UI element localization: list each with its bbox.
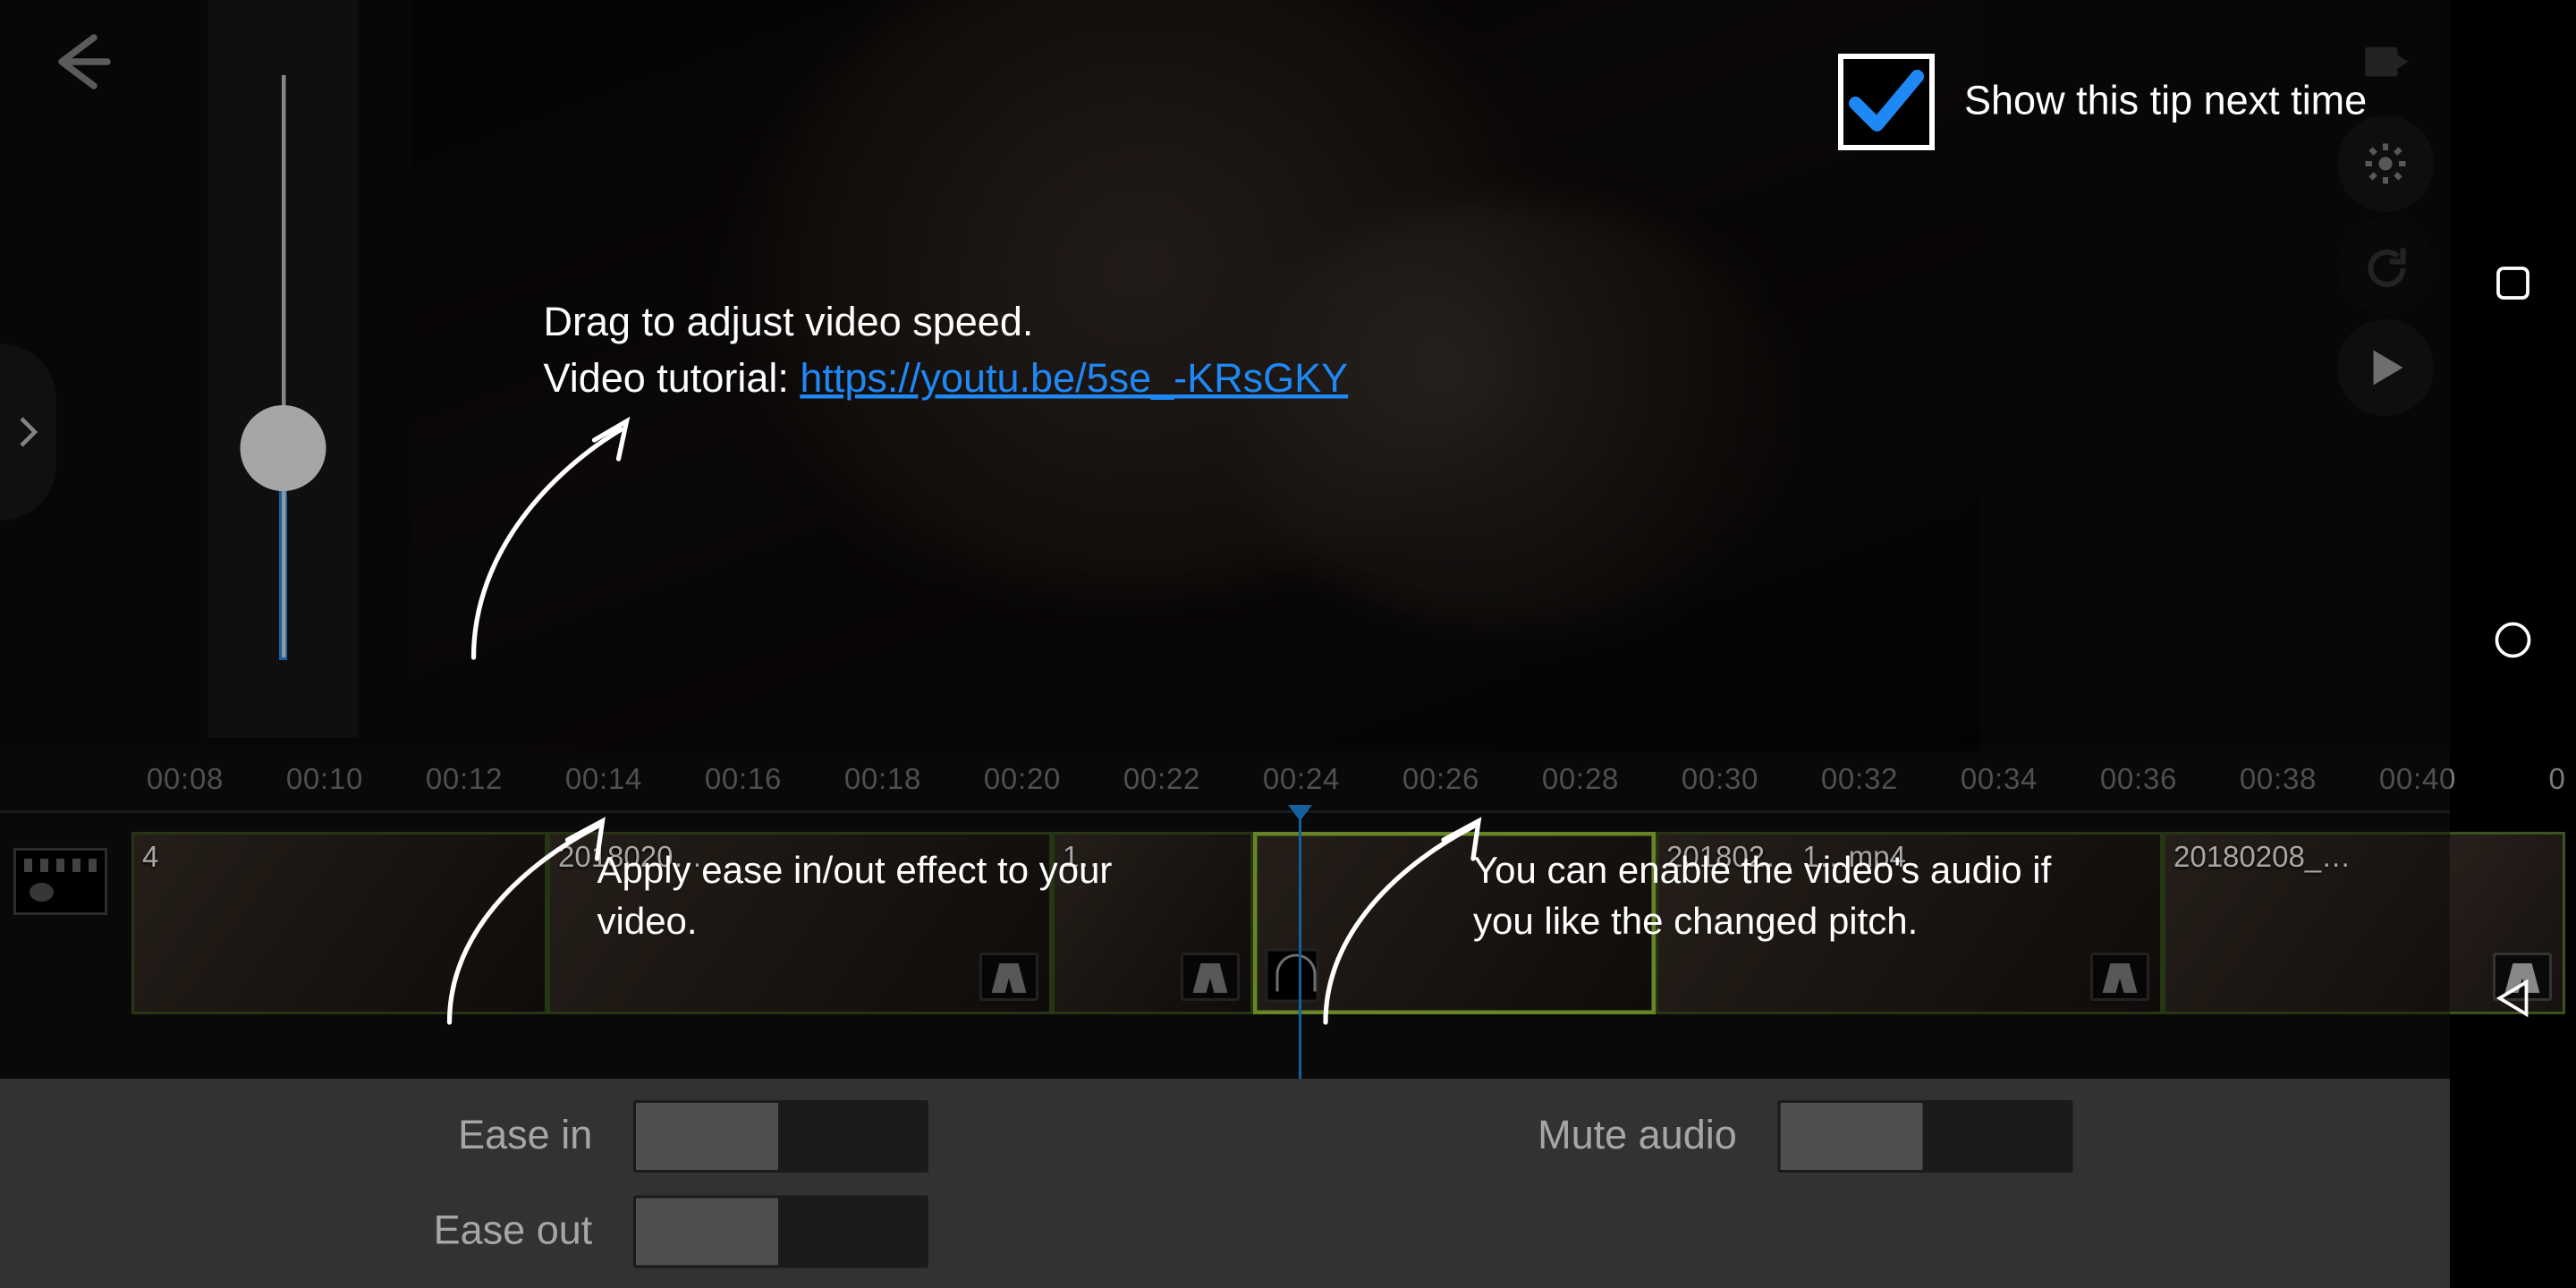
ease-out-toggle[interactable] <box>632 1195 928 1267</box>
ruler-tick: 00:30 <box>1682 762 1758 797</box>
ruler-tick: 00:22 <box>1123 762 1200 797</box>
drawer-toggle[interactable] <box>0 343 56 521</box>
ruler-tick: 00:20 <box>984 762 1061 797</box>
home-icon[interactable] <box>2492 619 2535 669</box>
ruler-tick: 00:12 <box>426 762 503 797</box>
show-tip-label: Show this tip next time <box>1964 80 2367 125</box>
arrow-icon <box>436 808 624 1049</box>
tip-audio-text: You can enable the video's audio if you … <box>1473 850 2051 942</box>
ruler-tick: 00:24 <box>1263 762 1340 797</box>
tip-speed-line1: Drag to adjust video speed. <box>544 295 1349 352</box>
show-tip-checkbox[interactable] <box>1838 54 1935 150</box>
playhead[interactable] <box>1299 818 1301 1079</box>
ruler-tick: 00:26 <box>1402 762 1479 797</box>
arrow-icon <box>461 402 648 687</box>
mute-audio-label: Mute audio <box>1522 1113 1737 1158</box>
clip-label: 20180208_… <box>2165 835 2359 880</box>
recent-apps-icon[interactable] <box>2492 261 2535 311</box>
ruler-tick: 00:16 <box>705 762 782 797</box>
clip-label: 4 <box>134 835 166 880</box>
transition-icon[interactable] <box>2090 953 2149 1001</box>
speedometer-icon <box>1266 949 1319 1003</box>
tip-speed-link[interactable]: https://youtu.be/5se_-KRsGKY <box>800 357 1348 402</box>
ease-in-label: Ease in <box>377 1113 592 1158</box>
clip-label <box>1258 836 1274 847</box>
ruler-tick: 00:36 <box>2100 762 2177 797</box>
transition-icon[interactable] <box>1181 953 1240 1001</box>
ruler-tick: 00:10 <box>286 762 363 797</box>
nav-back-icon[interactable] <box>2492 977 2535 1027</box>
undo-icon[interactable] <box>2337 217 2434 314</box>
mute-audio-toggle[interactable] <box>1777 1099 2072 1172</box>
ruler-tick: 00:28 <box>1542 762 1619 797</box>
ruler-tick: 00:34 <box>1961 762 2038 797</box>
back-button[interactable] <box>38 21 118 102</box>
ruler-tick: 00:14 <box>565 762 642 797</box>
tip-speed-line2-prefix: Video tutorial: <box>544 357 801 402</box>
speed-slider[interactable] <box>208 0 359 738</box>
play-icon[interactable] <box>2337 319 2434 416</box>
ease-out-label: Ease out <box>377 1208 592 1254</box>
transition-icon[interactable] <box>979 953 1038 1001</box>
ruler-tick: 00:18 <box>844 762 921 797</box>
arrow-icon <box>1312 808 1500 1049</box>
timeline-ruler: 00:08 00:10 00:12 00:14 00:16 00:18 00:20 00:22… <box>131 762 2450 808</box>
media-bin-icon[interactable] <box>13 848 107 915</box>
ruler-tick: 00:40 <box>2379 762 2456 797</box>
speed-slider-knob[interactable] <box>241 405 326 491</box>
tip-ease-text: Apply ease in/out effect to your video. <box>597 850 1113 942</box>
ruler-tick: 00:32 <box>1821 762 1898 797</box>
ease-in-toggle[interactable] <box>632 1099 928 1172</box>
ruler-tick: 00:08 <box>147 762 224 797</box>
ruler-tick: 00:38 <box>2240 762 2317 797</box>
